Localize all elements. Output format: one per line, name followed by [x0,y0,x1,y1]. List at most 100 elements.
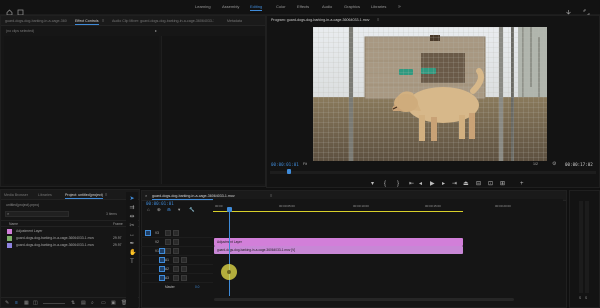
tab-effect-controls[interactable]: Effect Controls [75,19,99,25]
track-header-master[interactable]: Master 0.0 [141,283,213,292]
settings-icon[interactable]: ⚙ [552,161,556,167]
timeline-scrollbar[interactable] [214,298,514,301]
icon-view-icon[interactable]: ▦ [24,300,29,306]
list-view-icon[interactable]: ≡ [15,300,18,306]
toggle-sync-lock[interactable] [165,239,171,245]
workspace-assembly[interactable]: Assembly [222,4,239,9]
fit-dropdown[interactable]: Fit [303,162,307,166]
toggle-sync-lock[interactable] [165,230,171,236]
slip-tool-icon[interactable]: ↔ [129,232,135,238]
solo-track[interactable] [181,266,187,272]
workspace-libraries[interactable]: Libraries [371,4,386,9]
video-frame[interactable] [313,27,547,161]
new-bin-icon[interactable]: ▭ [101,300,106,306]
master-volume-value[interactable]: 0.0 [195,285,199,289]
track-select-tool-icon[interactable]: ⇉ [129,205,135,211]
track-header-v3[interactable]: V3 [141,229,213,238]
solo-track[interactable] [181,275,187,281]
track-header-a2[interactable]: A2 [141,265,213,274]
column-name[interactable]: Name [9,222,18,226]
workspace-editing[interactable]: Editing [250,4,263,11]
solo-track[interactable] [181,257,187,263]
mute-track[interactable] [173,257,179,263]
track-header-v1[interactable]: V1 [141,247,213,256]
type-tool-icon[interactable]: T [129,259,135,265]
tab-audio-clip-mixer[interactable]: Audio Clip Mixer: guard-dogs-dog-barking… [112,19,214,23]
automate-to-sequence-icon[interactable]: ▤ [81,300,86,306]
mark-in-icon[interactable]: { [384,181,386,187]
timeline-settings-icon[interactable]: 🔧 [189,207,195,213]
project-tab-menu-icon[interactable]: ≡ [105,192,107,197]
selection-tool-icon[interactable]: ➤ [129,196,135,202]
toggle-track-output[interactable] [173,230,179,236]
meter-solo-label[interactable]: S [585,296,587,300]
program-current-timecode[interactable]: 00:00:01:01 [271,162,299,167]
track-header-a1[interactable]: A1 [141,256,213,265]
mute-track[interactable] [173,266,179,272]
comparison-view-icon[interactable]: ⊞ [500,181,505,187]
resolution-dropdown[interactable]: 1/2 [533,162,538,166]
track-header-a3[interactable]: A3 [141,274,213,283]
timeline-timecode[interactable]: 00:00:01:01 [146,201,174,206]
monitor-playhead[interactable] [287,169,291,174]
import-icon[interactable] [17,3,24,16]
tab-source-clip[interactable]: guard-dogs-dog-barking-in-a-cage-3606403… [5,19,67,23]
effect-controls-menu-icon[interactable]: ≡ [102,18,104,23]
extract-icon[interactable]: ⊟ [476,181,481,187]
zoom-slider[interactable] [43,303,65,304]
sort-icon[interactable]: ⇅ [71,300,75,306]
timeline-playhead-line[interactable] [229,212,230,296]
timeline-clip-adjustment[interactable]: Adjustment Layer [214,238,463,246]
timeline-clip-video[interactable]: guard-dogs-dog-barking-in-a-cage-3606403… [214,246,463,254]
meter-solo-label[interactable]: S [579,296,581,300]
home-icon[interactable] [6,3,13,16]
lift-icon[interactable]: ⏏ [463,181,469,187]
tab-media-browser[interactable]: Media Browser [4,193,28,197]
toggle-track-output[interactable] [173,239,179,245]
tab-libraries[interactable]: Libraries [38,193,52,197]
ripple-edit-tool-icon[interactable]: ⇹ [129,214,135,220]
toggle-track-output[interactable] [173,248,179,254]
hand-tool-icon[interactable]: ✋ [129,250,136,256]
export-frame-icon[interactable]: ⊡ [488,181,493,187]
project-search-input[interactable]: ⌕ [5,211,69,217]
project-item[interactable]: guard-dogs-dog-barking-in-a-cage-3606403… [7,242,137,249]
snap-icon[interactable]: ⌂ [147,207,150,212]
program-monitor-menu-icon[interactable]: ≡ [377,17,379,22]
button-editor-icon[interactable]: + [520,181,524,187]
workspace-effects[interactable]: Effects [297,4,309,9]
close-sequence-icon[interactable]: × [145,193,147,198]
project-item[interactable]: guard-dogs-dog-barking-in-a-cage-3606403… [7,235,137,242]
go-to-out-icon[interactable]: ⇥ [452,181,457,187]
razor-tool-icon[interactable]: ✂ [129,223,135,229]
fullscreen-icon[interactable] [583,3,590,16]
workspace-graphics[interactable]: Graphics [344,4,360,9]
play-icon[interactable]: ▶ [430,181,435,187]
add-marker-timeline-icon[interactable]: ▾ [178,207,180,213]
workspace-learning[interactable]: Learning [195,4,211,9]
program-monitor-title[interactable]: Program: guard-dogs-dog-barking-in-a-cag… [271,18,369,22]
step-back-icon[interactable]: ◂ [419,181,422,187]
mute-track[interactable] [173,275,179,281]
work-area-bar[interactable] [213,211,463,212]
monitor-scrub-bar[interactable] [270,171,596,174]
go-to-in-icon[interactable]: ⇤ [409,181,414,187]
workspace-audio[interactable]: Audio [322,4,332,9]
pen-tool-icon[interactable]: ✒ [129,241,135,247]
write-protect-icon[interactable]: ✎ [5,300,9,306]
tab-metadata[interactable]: Metadata [227,19,242,23]
snap-in-timeline-icon[interactable]: ⋒ [167,207,171,213]
panel-menu-icon[interactable]: ▸ [155,28,157,33]
source-patch-v[interactable] [145,230,151,236]
add-marker-icon[interactable]: ▾ [371,181,374,187]
sequence-menu-icon[interactable]: ≡ [270,193,272,198]
mark-out-icon[interactable]: } [397,181,399,187]
workspace-color[interactable]: Color [276,4,286,9]
step-forward-icon[interactable]: ▸ [442,181,445,187]
column-frame-rate[interactable]: Frame [113,222,123,226]
tab-sequence[interactable]: guard-dogs-dog-barking-in-a-cage-3606403… [152,194,235,200]
new-item-icon[interactable]: ▣ [111,300,116,306]
find-icon[interactable]: ⌕ [91,300,94,306]
quick-export-icon[interactable] [565,3,572,15]
freeform-view-icon[interactable]: ◫ [33,300,38,306]
